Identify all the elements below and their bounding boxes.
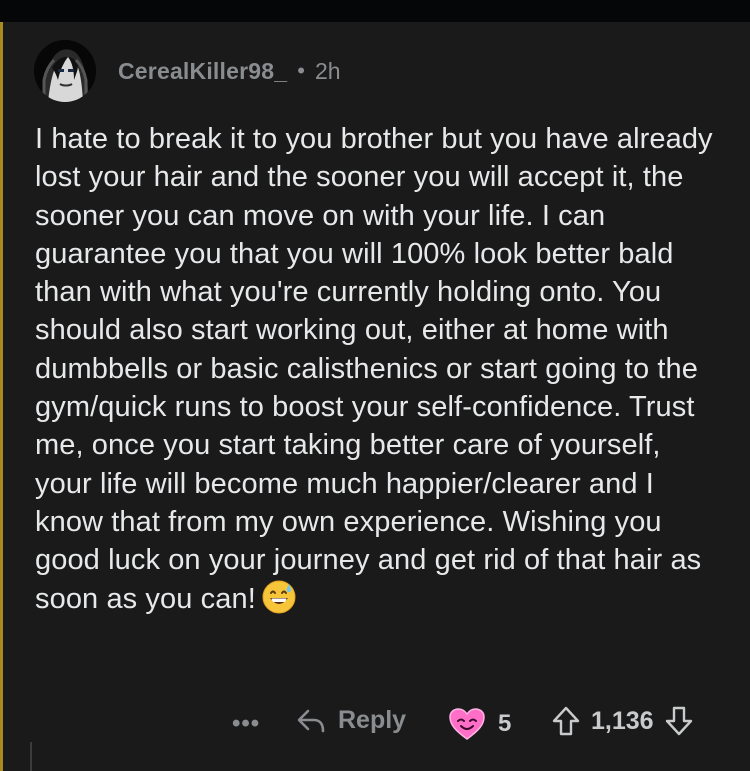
- reply-label: Reply: [338, 706, 407, 734]
- more-options-button[interactable]: •••: [232, 710, 260, 738]
- heart-eyes-award-icon: [449, 708, 485, 740]
- comment-header: CerealKiller98_ • 2h: [34, 40, 341, 102]
- avatar[interactable]: [34, 40, 96, 102]
- comment-body: I hate to break it to you brother but yo…: [35, 120, 725, 618]
- grinning-sweat-emoji-icon: [262, 580, 296, 614]
- separator-dot: •: [297, 58, 305, 83]
- username[interactable]: CerealKiller98_: [118, 58, 287, 85]
- timestamp: 2h: [314, 57, 341, 84]
- vote-controls: 1,136: [551, 705, 694, 737]
- action-bar: ••• Reply 5 1,136: [0, 702, 750, 748]
- downvote-arrow-icon[interactable]: [664, 705, 694, 737]
- comment-text: I hate to break it to you brother but yo…: [35, 123, 713, 615]
- award-count: 5: [498, 710, 512, 737]
- thread-line[interactable]: [0, 22, 3, 771]
- upvote-arrow-icon[interactable]: [551, 705, 581, 737]
- reply-button[interactable]: Reply: [296, 706, 406, 735]
- reply-arrow-icon: [297, 709, 325, 732]
- top-bar: [0, 0, 750, 22]
- vote-score: 1,136: [591, 706, 654, 735]
- award-badge[interactable]: 5: [448, 707, 511, 741]
